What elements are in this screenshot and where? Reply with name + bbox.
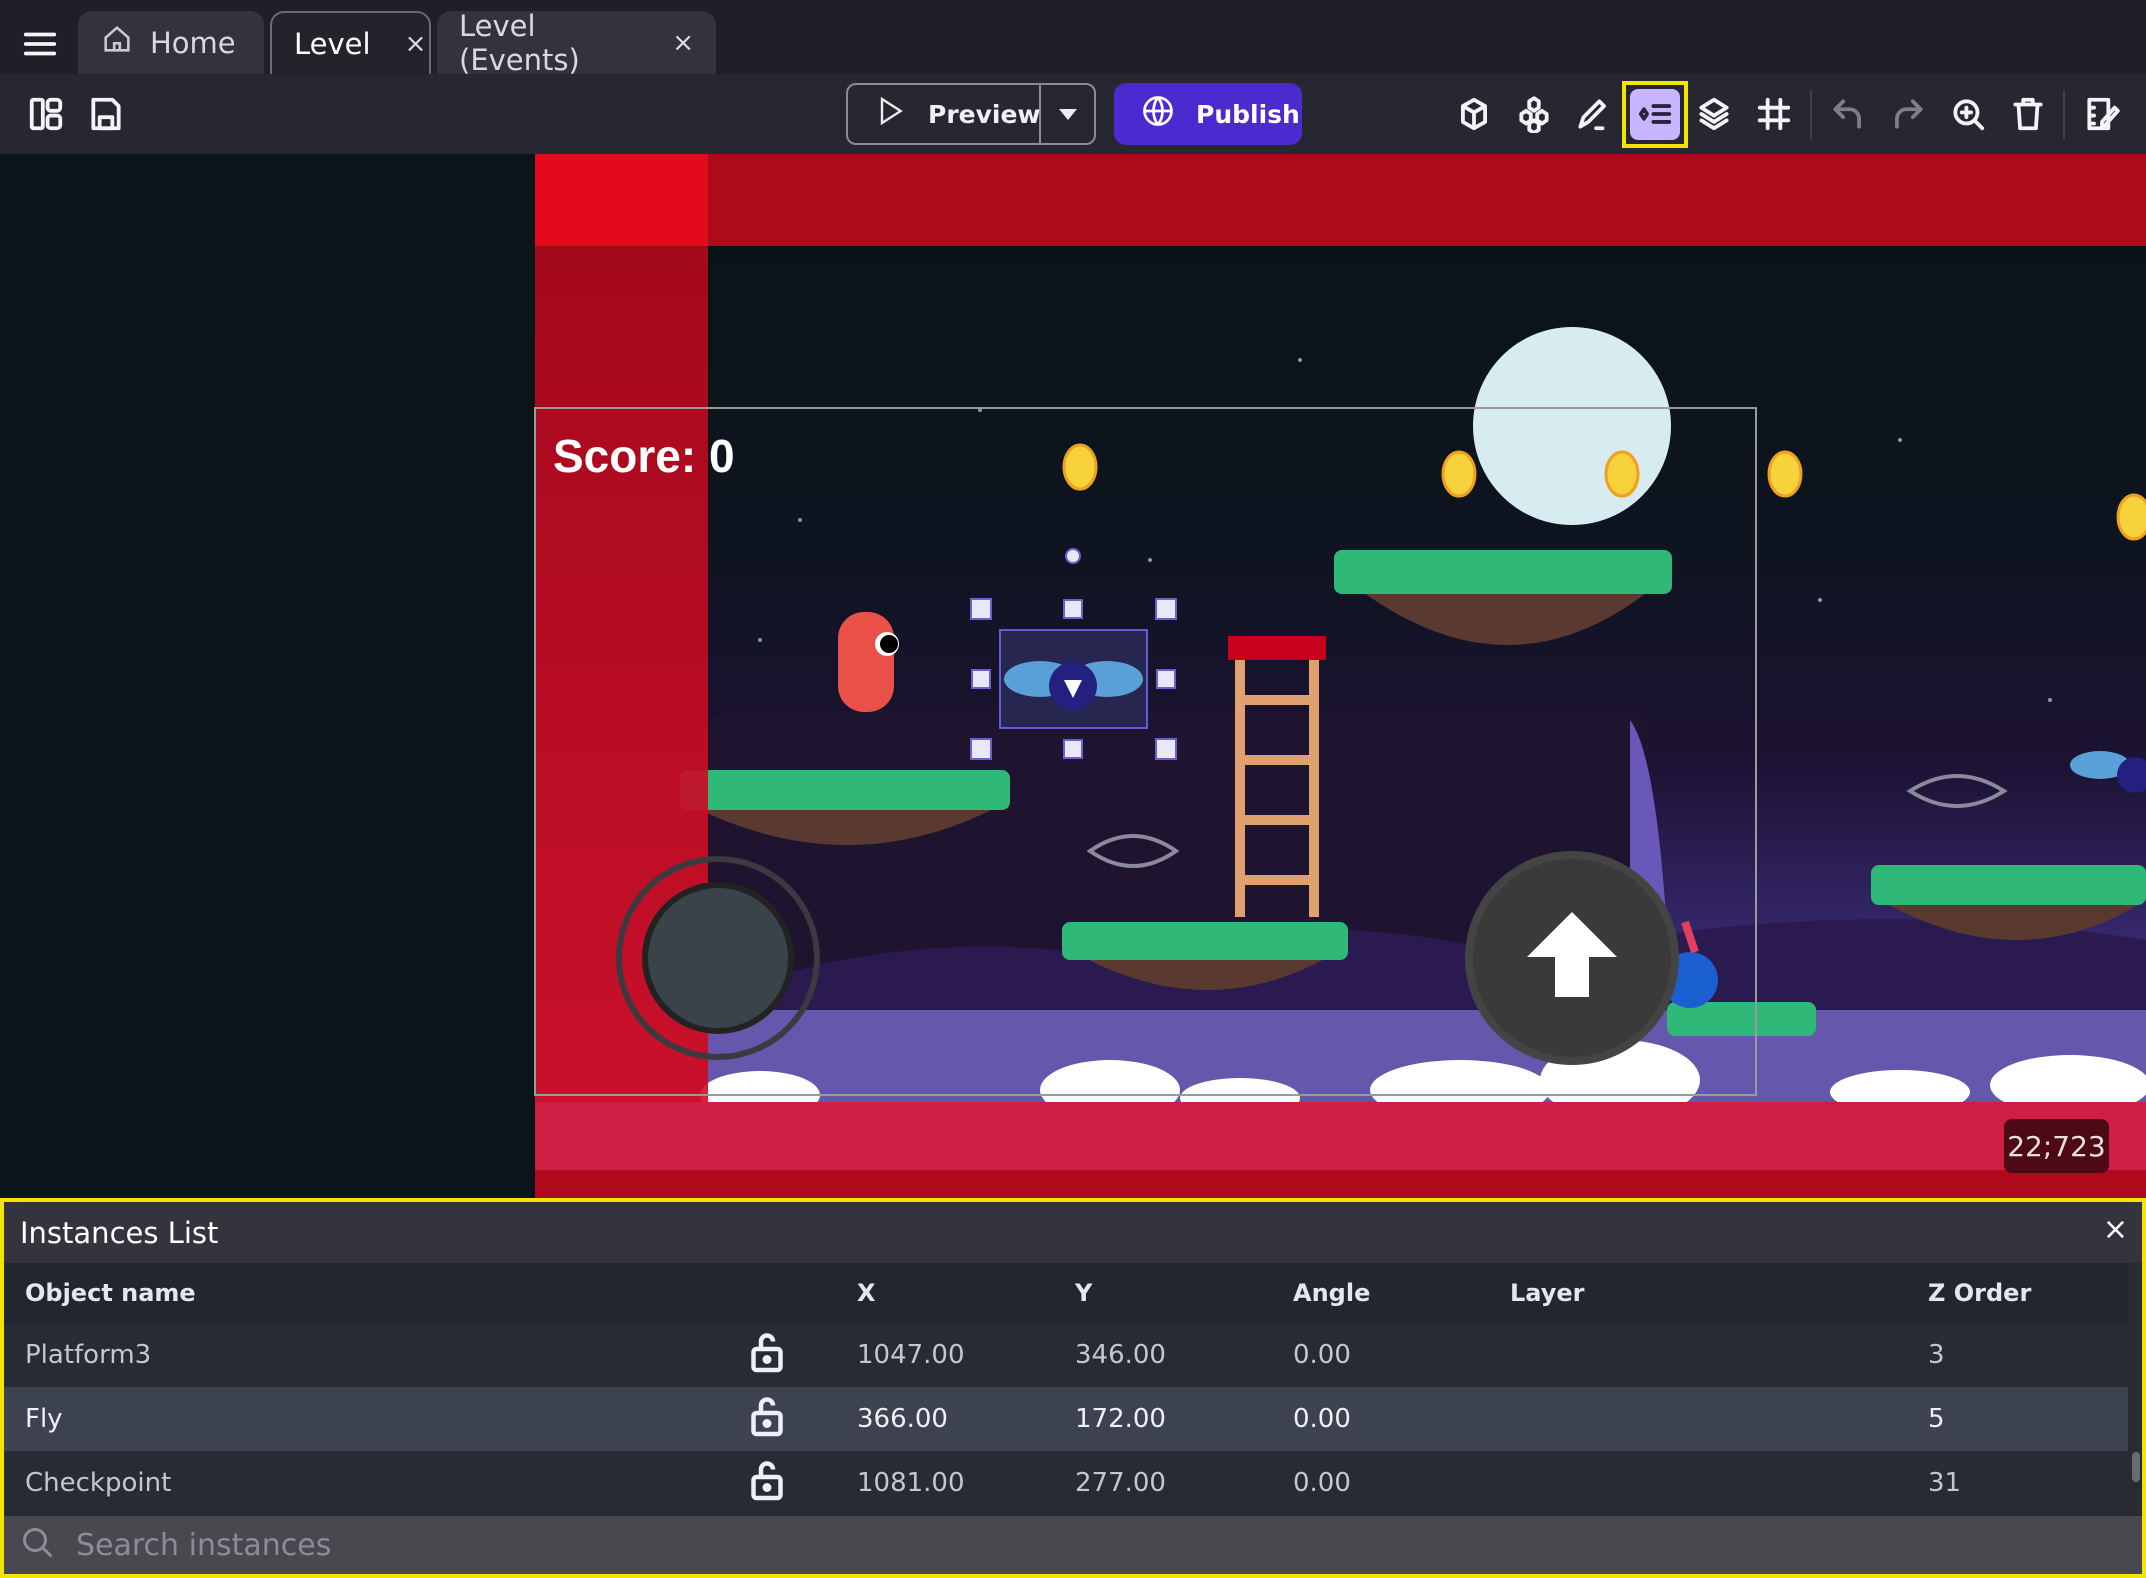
cursor-coordinates: 22;723: [2004, 1119, 2109, 1173]
close-icon[interactable]: ×: [2103, 1212, 2128, 1247]
scrollbar[interactable]: [2132, 1452, 2140, 1482]
table-row[interactable]: Platform3 1047.00 346.00 0.00 3: [4, 1323, 2128, 1387]
play-icon: [874, 95, 906, 133]
coin: [1767, 450, 1803, 498]
layers-icon[interactable]: [1692, 92, 1736, 136]
cell-name: Fly: [25, 1404, 63, 1434]
instances-list-icon[interactable]: [1633, 92, 1677, 136]
instances-list-panel: Instances List × Object name X Y Angle La…: [0, 1198, 2146, 1578]
jump-button: [1465, 851, 1679, 1065]
moon: [1473, 327, 1671, 525]
scene-background: [0, 154, 535, 1198]
panel-title-bar: Instances List ×: [4, 1202, 2142, 1263]
unlock-icon[interactable]: [749, 1395, 785, 1444]
tab-level[interactable]: Level ×: [270, 11, 431, 74]
redo-icon[interactable]: [1886, 92, 1930, 136]
score-label: Score: 0: [553, 430, 735, 482]
cell-angle: 0.00: [1293, 1404, 1351, 1434]
cell-x: 1047.00: [857, 1340, 965, 1370]
player-character: [838, 612, 899, 712]
tab-label: Level: [294, 26, 371, 61]
tab-bar: Home Level × Level (Events) ×: [0, 0, 2146, 77]
unlock-icon[interactable]: [749, 1331, 785, 1380]
search-input[interactable]: [76, 1527, 976, 1563]
chevron-down-icon: [1058, 108, 1077, 120]
cell-x: 1081.00: [857, 1468, 965, 1498]
coin: [1604, 450, 1640, 498]
col-x[interactable]: X: [857, 1279, 876, 1307]
tab-level-events[interactable]: Level (Events) ×: [437, 8, 716, 77]
cell-y: 346.00: [1075, 1340, 1166, 1370]
tab-home[interactable]: Home: [78, 11, 264, 74]
search-bar: [4, 1516, 2142, 1574]
coin: [2116, 493, 2146, 541]
tab-label: Home: [150, 25, 236, 60]
table-row[interactable]: Checkpoint 1081.00 277.00 0.00 31: [4, 1451, 2128, 1515]
cell-name: Checkpoint: [25, 1468, 172, 1498]
tab-label: Level (Events): [459, 8, 580, 77]
outside-area-bottom-edge: [535, 1170, 2146, 1198]
panel-title: Instances List: [20, 1215, 219, 1250]
outside-area-top: [535, 154, 2146, 246]
properties-icon[interactable]: [1571, 92, 1615, 136]
edit-scene-icon[interactable]: [2080, 92, 2124, 136]
hamburger-icon[interactable]: [18, 22, 62, 66]
col-object-name[interactable]: Object name: [25, 1279, 196, 1307]
cell-angle: 0.00: [1293, 1468, 1351, 1498]
delete-icon[interactable]: [2006, 92, 2050, 136]
cell-name: Platform3: [25, 1340, 152, 1370]
table-header: Object name X Y Angle Layer Z Order: [4, 1263, 2128, 1323]
zoom-icon[interactable]: [1946, 92, 1990, 136]
toolbar-divider: [1810, 90, 1812, 140]
cell-y: 172.00: [1075, 1404, 1166, 1434]
scene-view[interactable]: Score: 0: [0, 154, 2146, 1198]
panels-icon[interactable]: [24, 92, 68, 136]
object-groups-icon[interactable]: [1512, 92, 1556, 136]
joystick: [616, 856, 820, 1060]
outside-area-bottom: [535, 1102, 2146, 1170]
scene-canvas[interactable]: Score: 0: [0, 154, 2146, 1198]
outside-area-corner: [535, 154, 708, 246]
close-tab-icon[interactable]: ×: [405, 29, 427, 59]
col-z-order[interactable]: Z Order: [1928, 1279, 2031, 1307]
coin: [1441, 450, 1477, 498]
col-y[interactable]: Y: [1075, 1279, 1092, 1307]
search-icon: [20, 1525, 56, 1565]
undo-icon[interactable]: [1826, 92, 1870, 136]
grid-icon[interactable]: [1752, 92, 1796, 136]
coin: [1062, 443, 1098, 491]
publish-button[interactable]: Publish: [1114, 83, 1302, 145]
preview-label: Preview: [928, 99, 1041, 129]
cell-x: 366.00: [857, 1404, 948, 1434]
publish-label: Publish: [1196, 99, 1300, 129]
cell-z: 31: [1928, 1468, 1962, 1498]
col-angle[interactable]: Angle: [1293, 1279, 1370, 1307]
cell-z: 5: [1928, 1404, 1945, 1434]
home-icon: [100, 22, 134, 63]
enemy-fly: [999, 629, 1148, 729]
cell-z: 3: [1928, 1340, 1945, 1370]
preview-button[interactable]: Preview: [846, 83, 1096, 145]
cell-angle: 0.00: [1293, 1340, 1351, 1370]
save-icon[interactable]: [84, 92, 128, 136]
cell-y: 277.00: [1075, 1468, 1166, 1498]
unlock-icon[interactable]: [749, 1459, 785, 1508]
object-icon[interactable]: [1452, 92, 1496, 136]
table-row-selected[interactable]: Fly 366.00 172.00 0.00 5: [4, 1387, 2128, 1451]
preview-dropdown-button[interactable]: [1041, 108, 1094, 120]
toolbar-divider: [2063, 90, 2065, 140]
col-layer[interactable]: Layer: [1510, 1279, 1585, 1307]
globe-icon: [1140, 93, 1176, 135]
close-tab-icon[interactable]: ×: [672, 28, 694, 58]
